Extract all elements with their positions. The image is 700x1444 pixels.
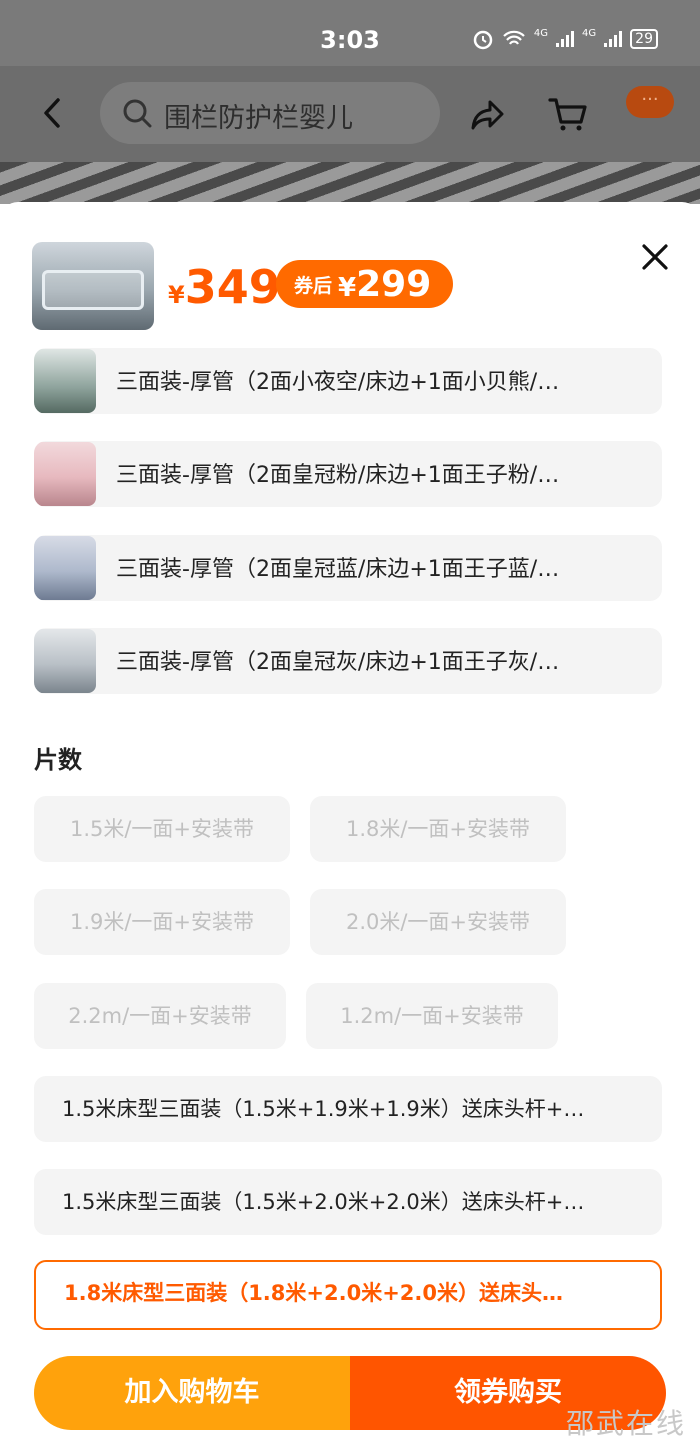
back-arrow-icon[interactable] [38, 96, 68, 130]
current-price: ¥349 [168, 260, 281, 314]
piece-option-disabled: 2.0米/一面+安装带 [310, 889, 566, 955]
variant-label: 三面装-厚管（2面皇冠灰/床边+1面王子灰/… [116, 650, 560, 675]
variant-option[interactable]: 三面装-厚管（2面皇冠粉/床边+1面王子粉/… [34, 441, 662, 507]
coupon-price-number: 299 [356, 263, 432, 305]
status-icons: 4G 4G 29 [472, 28, 658, 50]
sku-selection-sheet: ¥349 券后 ¥299 三面装-厚管（2面小夜空/床边+1面小贝熊/… 三面装… [0, 202, 700, 1444]
piece-option[interactable]: 1.5米床型三面装（1.5米+2.0米+2.0米）送床头杆+… [34, 1169, 662, 1235]
variant-option[interactable]: 三面装-厚管（2面皇冠灰/床边+1面王子灰/… [34, 628, 662, 694]
signal-1-icon [556, 31, 575, 47]
product-thumbnail[interactable] [32, 242, 154, 330]
coupon-price-badge: 券后 ¥299 [276, 260, 454, 308]
coupon-price-value: ¥299 [338, 264, 431, 305]
close-icon[interactable] [640, 242, 670, 272]
watermark-text: 邵武在线 [566, 1407, 687, 1440]
piece-option-disabled: 1.9米/一面+安装带 [34, 889, 290, 955]
coupon-currency: ¥ [338, 272, 357, 303]
variant-label: 三面装-厚管（2面皇冠粉/床边+1面王子粉/… [116, 463, 560, 488]
share-icon[interactable] [470, 96, 506, 132]
wifi-icon [503, 30, 525, 45]
piece-option-disabled: 1.2m/一面+安装带 [306, 983, 558, 1049]
add-to-cart-button[interactable]: 加入购物车 [34, 1356, 350, 1430]
product-banner-image [0, 162, 700, 204]
pieces-section-title: 片数 [34, 746, 82, 774]
variant-thumbnail [34, 536, 96, 600]
status-bar: 3:03 4G 4G 29 [0, 0, 700, 66]
coupon-tag: 券后 [294, 274, 333, 297]
piece-option-disabled: 1.8米/一面+安装带 [310, 796, 566, 862]
variant-label: 三面装-厚管（2面皇冠蓝/床边+1面王子蓝/… [116, 557, 560, 582]
alarm-icon [473, 30, 493, 50]
signal-2-icon [604, 31, 623, 47]
variant-option[interactable]: 三面装-厚管（2面皇冠蓝/床边+1面王子蓝/… [34, 535, 662, 601]
piece-option-selected[interactable]: 1.8米床型三面装（1.8米+2.0米+2.0米）送床头… [34, 1260, 662, 1330]
variant-thumbnail [34, 349, 96, 413]
piece-option[interactable]: 1.5米床型三面装（1.5米+1.9米+1.9米）送床头杆+… [34, 1076, 662, 1142]
more-menu-button[interactable]: ··· [626, 86, 674, 118]
variant-option[interactable]: 三面装-厚管（2面小夜空/床边+1面小贝熊/… [34, 348, 662, 414]
search-bar[interactable]: 围栏防护栏婴儿 [100, 82, 440, 144]
variant-thumbnail [34, 442, 96, 506]
signal-2-label: 4G [582, 28, 597, 39]
variant-thumbnail [34, 629, 96, 693]
search-icon [123, 99, 152, 128]
signal-1-label: 4G [533, 28, 549, 39]
battery-icon: 29 [630, 29, 658, 49]
cart-icon[interactable] [548, 96, 588, 132]
price-value: 349 [184, 260, 281, 314]
piece-option-disabled: 2.2m/一面+安装带 [34, 983, 286, 1049]
variant-label: 三面装-厚管（2面小夜空/床边+1面小贝熊/… [116, 370, 560, 395]
price-currency: ¥ [168, 281, 185, 309]
search-placeholder: 围栏防护栏婴儿 [164, 103, 353, 134]
piece-option-disabled: 1.5米/一面+安装带 [34, 796, 290, 862]
thumbnail-rail-graphic [42, 270, 144, 310]
